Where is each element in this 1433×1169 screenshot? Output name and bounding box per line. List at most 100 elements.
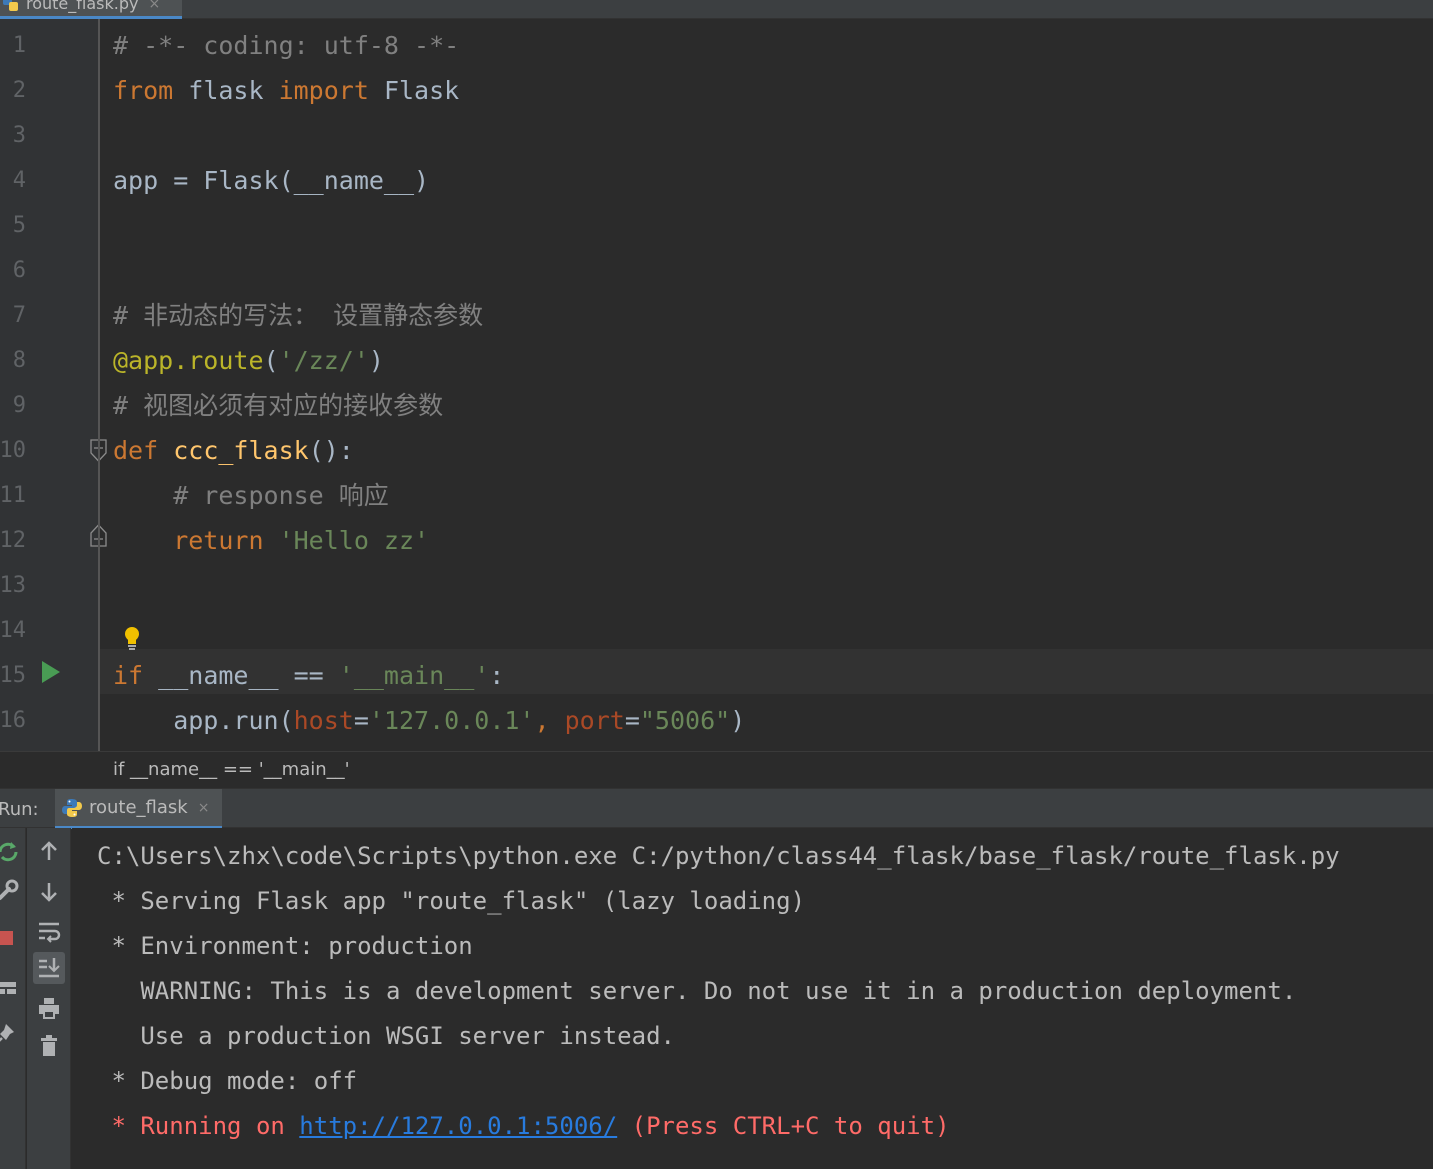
code-line-9: # 视图必须有对应的接收参数: [113, 383, 443, 428]
run-panel-header: Run: route_flask ×: [0, 788, 1433, 829]
string: '__main__': [338, 661, 490, 690]
code-text: ():: [308, 436, 354, 465]
trash-icon[interactable]: [35, 1032, 63, 1060]
line-number: 14: [0, 618, 26, 643]
code-text: Flask: [368, 76, 460, 105]
line-number-gutter: 1 2 3 4 5 6 7 8 9 10 11 12 13 14 15 16: [0, 19, 107, 751]
line-number: 9: [12, 393, 26, 418]
server-url-link[interactable]: http://127.0.0.1:5006/: [299, 1112, 617, 1140]
close-run-tab-icon[interactable]: ×: [198, 800, 210, 816]
lightbulb-icon[interactable]: [121, 625, 143, 651]
run-toolbar-primary: [0, 828, 26, 1169]
console-text: (Press CTRL+C to quit): [617, 1112, 950, 1140]
code-line-2: from flask import Flask: [113, 68, 459, 113]
ide-window: route_flask.py × 1 2 3 4 5 6 7 8 9 10 11…: [0, 0, 1433, 1169]
run-tab-label: route_flask: [89, 797, 188, 818]
line-number: 4: [12, 168, 26, 193]
code-text: =: [624, 706, 640, 735]
line-number: 13: [0, 573, 26, 598]
code-text: app = Flask(__name__): [113, 166, 430, 195]
comment: # 视图必须有对应的接收参数: [113, 391, 444, 420]
stop-icon[interactable]: [0, 924, 20, 952]
line-number: 1: [12, 33, 26, 58]
keyword: from: [113, 76, 174, 105]
line-number: 2: [12, 78, 26, 103]
line-number: 12: [0, 528, 26, 553]
code-line-15: if __name__ == '__main__':: [113, 653, 504, 698]
code-line-11: # response 响应: [113, 473, 389, 518]
python-icon: [62, 798, 82, 817]
code-text: (: [263, 346, 279, 375]
code-line-10: def ccc_flask():: [113, 428, 354, 473]
code-line-1: # -*- coding: utf-8 -*-: [113, 23, 459, 68]
code-text: =: [353, 706, 369, 735]
scroll-to-end-toggle[interactable]: [33, 952, 65, 984]
wrench-icon[interactable]: [0, 876, 22, 904]
line-number: 16: [0, 708, 26, 733]
line-number: 5: [12, 213, 26, 238]
line-number: 8: [12, 348, 26, 373]
function-name: ccc_flask: [173, 436, 309, 465]
comment: # response 响应: [113, 481, 389, 510]
string: "5006": [639, 706, 731, 735]
soft-wrap-icon[interactable]: [35, 917, 63, 945]
console-line: WARNING: This is a development server. D…: [97, 977, 1297, 1005]
run-console-output[interactable]: C:\Users\zhx\code\Scripts\python.exe C:/…: [72, 828, 1433, 1169]
line-number: 10: [0, 438, 26, 463]
rerun-icon[interactable]: [0, 838, 22, 866]
down-arrow-icon[interactable]: [35, 878, 63, 906]
code-line-7: # 非动态的写法： 设置静态参数: [113, 293, 483, 338]
scroll-to-end-icon: [39, 958, 60, 978]
console-line: * Environment: production: [97, 932, 473, 960]
code-editor[interactable]: 1 2 3 4 5 6 7 8 9 10 11 12 13 14 15 16 #…: [0, 19, 1433, 751]
string: 'Hello zz': [263, 526, 430, 555]
run-gutter-icon[interactable]: [42, 661, 60, 683]
code-line-12: return 'Hello zz': [113, 518, 429, 563]
param-name: port: [564, 706, 625, 735]
console-line: C:\Users\zhx\code\Scripts\python.exe C:/…: [97, 842, 1340, 870]
keyword: return: [113, 526, 264, 555]
pin-icon[interactable]: [0, 1020, 20, 1048]
layout-icon[interactable]: [0, 974, 20, 1002]
param-name: host: [293, 706, 354, 735]
print-icon[interactable]: [35, 994, 63, 1022]
code-text: :: [489, 661, 505, 690]
console-line: * Serving Flask app "route_flask" (lazy …: [97, 887, 806, 915]
comment: # -*- coding: utf-8 -*-: [113, 31, 460, 60]
gutter-divider: [98, 19, 100, 751]
console-line: * Debug mode: off: [97, 1067, 358, 1095]
keyword: def: [113, 436, 159, 465]
run-tab-route-flask[interactable]: route_flask ×: [55, 789, 222, 829]
console-text: * Running on: [97, 1112, 300, 1140]
line-number: 6: [12, 258, 26, 283]
code-text: ): [730, 706, 746, 735]
string: '127.0.0.1': [368, 706, 535, 735]
editor-tab-route-flask[interactable]: route_flask.py ×: [0, 0, 182, 19]
breadcrumb[interactable]: if __name__ == '__main__': [0, 751, 1433, 788]
console-line-running: * Running on http://127.0.0.1:5006/ (Pre…: [97, 1104, 950, 1149]
line-number: 7: [12, 303, 26, 328]
code-line-8: @app.route('/zz/'): [113, 338, 384, 383]
python-file-icon: [3, 0, 18, 11]
line-number: 3: [12, 123, 26, 148]
code-text: __name__ ==: [143, 661, 339, 690]
keyword: if: [113, 661, 144, 690]
code-text: flask: [173, 76, 279, 105]
comment: # 非动态的写法： 设置静态参数: [113, 301, 484, 330]
editor-tab-label: route_flask.py: [26, 0, 139, 13]
keyword: import: [278, 76, 369, 105]
line-number: 11: [0, 483, 26, 508]
up-arrow-icon[interactable]: [35, 838, 63, 866]
console-line: Use a production WSGI server instead.: [97, 1022, 675, 1050]
code-line-16: app.run(host='127.0.0.1', port="5006"): [113, 698, 745, 743]
run-label: Run:: [0, 799, 39, 820]
code-text: app.run(: [113, 706, 294, 735]
breadcrumb-item[interactable]: if __name__ == '__main__': [113, 759, 350, 780]
code-text: ,: [534, 706, 565, 735]
close-tab-icon[interactable]: ×: [148, 0, 160, 12]
code-text: ): [368, 346, 384, 375]
code-line-4: app = Flask(__name__): [113, 158, 429, 203]
string: '/zz/': [278, 346, 369, 375]
decorator: @app.route: [113, 346, 264, 375]
editor-tab-strip: route_flask.py ×: [0, 0, 1433, 19]
